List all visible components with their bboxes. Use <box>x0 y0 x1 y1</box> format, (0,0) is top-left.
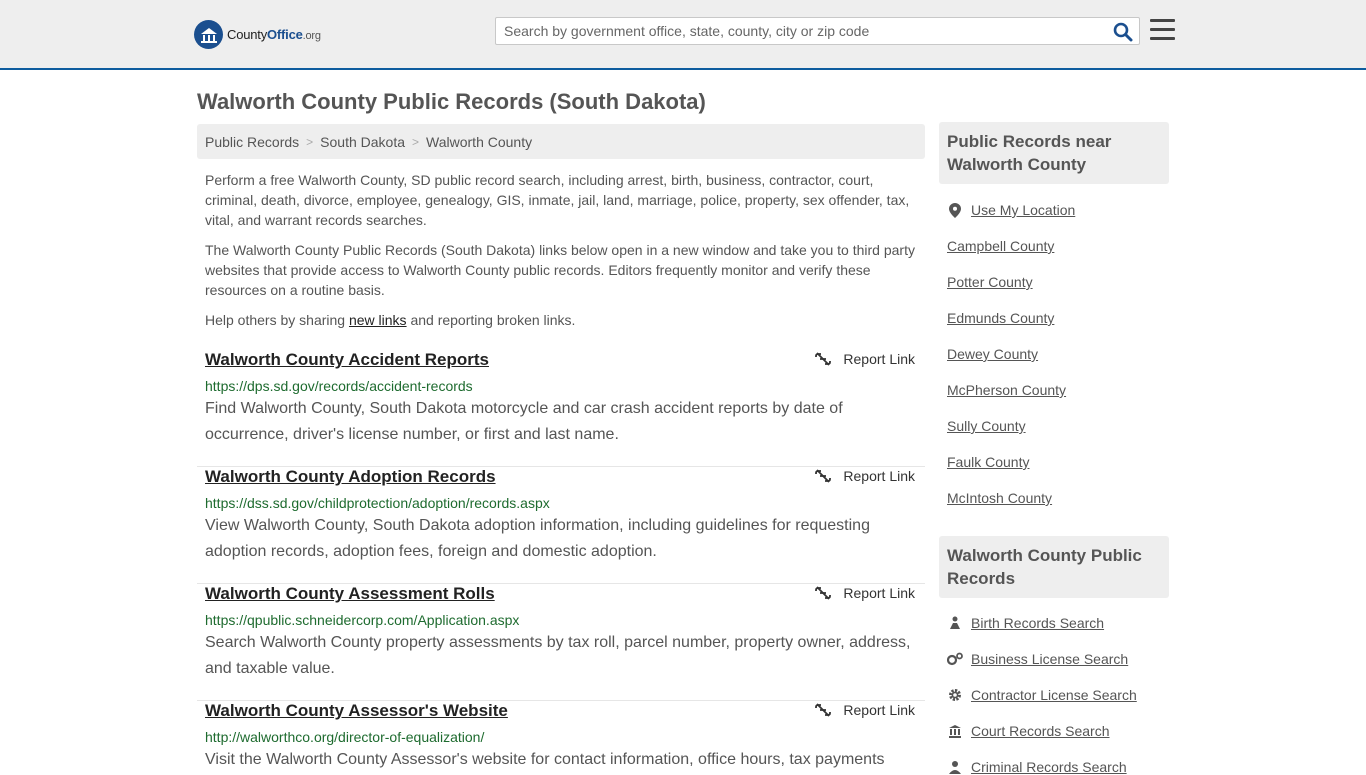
criminal-records-icon <box>947 760 963 774</box>
record-item: Walworth County Adoption Records Report … <box>197 467 925 584</box>
logo-wordmark: CountyOffice.org <box>227 27 321 42</box>
record-url: https://qpublic.schneidercorp.com/Applic… <box>205 612 520 628</box>
nearby-county-link[interactable]: Edmunds County <box>947 310 1054 326</box>
page-title: Walworth County Public Records (South Da… <box>197 89 706 114</box>
nearby-county-link[interactable]: Campbell County <box>947 238 1054 254</box>
breadcrumb-separator-icon: > <box>306 134 314 149</box>
capitol-logo-icon <box>194 20 223 49</box>
contractor-license-link[interactable]: Contractor License Search <box>971 687 1137 703</box>
report-link-button[interactable]: Report Link <box>815 702 915 718</box>
broken-link-icon <box>815 352 832 366</box>
nearby-county-link[interactable]: Faulk County <box>947 454 1029 470</box>
record-description: Find Walworth County, South Dakota motor… <box>205 400 843 443</box>
disclaimer-paragraph: The Walworth County Public Records (Sout… <box>205 242 915 298</box>
nearby-county-link[interactable]: Sully County <box>947 418 1026 434</box>
menu-line-icon <box>1150 19 1175 22</box>
report-link-label: Report Link <box>843 702 915 718</box>
search-icon <box>1113 22 1133 42</box>
nearby-county-item[interactable]: McIntosh County <box>947 490 1052 506</box>
site-header: CountyOffice.org <box>0 0 1366 70</box>
nearby-county-item[interactable]: Potter County <box>947 274 1033 290</box>
nearby-county-link[interactable]: McPherson County <box>947 382 1066 398</box>
report-link-label: Report Link <box>843 351 915 367</box>
search-box <box>495 17 1140 45</box>
nearby-county-item[interactable]: Campbell County <box>947 238 1054 254</box>
county-record-item[interactable]: Business License Search <box>947 651 1128 667</box>
report-link-button[interactable]: Report Link <box>815 585 915 601</box>
courthouse-icon <box>947 724 963 738</box>
breadcrumb-public-records[interactable]: Public Records <box>205 134 299 150</box>
menu-line-icon <box>1150 28 1175 31</box>
report-link-label: Report Link <box>843 468 915 484</box>
search-input[interactable] <box>496 18 1096 44</box>
broken-link-icon <box>815 586 832 600</box>
nearby-county-item[interactable]: Faulk County <box>947 454 1029 470</box>
record-title-link[interactable]: Walworth County Assessor's Website <box>205 701 508 721</box>
birth-records-icon <box>947 616 963 630</box>
report-link-label: Report Link <box>843 585 915 601</box>
site-logo[interactable]: CountyOffice.org <box>194 20 321 49</box>
birth-records-link[interactable]: Birth Records Search <box>971 615 1104 631</box>
share-paragraph: Help others by sharing new links and rep… <box>205 310 917 330</box>
record-description: Visit the Walworth County Assessor's web… <box>205 751 885 768</box>
main-content: Public Records > South Dakota > Walworth… <box>197 124 925 768</box>
record-title-link[interactable]: Walworth County Accident Reports <box>205 350 489 370</box>
report-link-button[interactable]: Report Link <box>815 468 915 484</box>
breadcrumb-south-dakota[interactable]: South Dakota <box>320 134 405 150</box>
nearby-county-item[interactable]: Sully County <box>947 418 1026 434</box>
record-url: https://dss.sd.gov/childprotection/adopt… <box>205 495 550 511</box>
logo-tld: .org <box>302 30 321 42</box>
logo-brand-office: Office <box>267 27 303 42</box>
share-text-before: Help others by sharing <box>205 312 349 328</box>
share-text-after: and reporting broken links. <box>406 312 576 328</box>
record-url: https://dps.sd.gov/records/accident-reco… <box>205 378 473 394</box>
gear-icon <box>947 688 963 702</box>
record-item: Walworth County Accident Reports Report … <box>197 350 925 467</box>
nearby-county-link[interactable]: McIntosh County <box>947 490 1052 506</box>
breadcrumb: Public Records > South Dakota > Walworth… <box>197 124 925 159</box>
logo-brand: County <box>227 27 267 42</box>
record-url: http://walworthco.org/director-of-equali… <box>205 729 485 745</box>
broken-link-icon <box>815 703 832 717</box>
county-records-section-title: Walworth County Public Records <box>939 536 1169 598</box>
county-record-item[interactable]: Birth Records Search <box>947 615 1104 631</box>
record-item: Walworth County Assessment Rolls Report … <box>197 584 925 701</box>
menu-line-icon <box>1150 37 1175 40</box>
record-title-link[interactable]: Walworth County Adoption Records <box>205 467 496 487</box>
location-pin-icon <box>947 202 963 218</box>
business-license-link[interactable]: Business License Search <box>971 651 1128 667</box>
broken-link-icon <box>815 469 832 483</box>
intro-paragraph: Perform a free Walworth County, SD publi… <box>205 172 910 228</box>
nearby-section-title: Public Records near Walworth County <box>939 122 1169 184</box>
new-links-link[interactable]: new links <box>349 312 407 328</box>
search-button[interactable] <box>1113 22 1133 42</box>
gears-icon <box>947 652 963 666</box>
use-my-location-link[interactable]: Use My Location <box>971 202 1075 218</box>
nearby-county-item[interactable]: Edmunds County <box>947 310 1054 326</box>
county-record-item[interactable]: Contractor License Search <box>947 687 1137 703</box>
record-item: Walworth County Assessor's Website Repor… <box>197 701 925 768</box>
record-description: View Walworth County, South Dakota adopt… <box>205 517 870 560</box>
criminal-records-link[interactable]: Criminal Records Search <box>971 759 1127 775</box>
county-record-item[interactable]: Criminal Records Search <box>947 759 1127 775</box>
record-title-link[interactable]: Walworth County Assessment Rolls <box>205 584 495 604</box>
report-link-button[interactable]: Report Link <box>815 351 915 367</box>
nearby-county-link[interactable]: Potter County <box>947 274 1033 290</box>
county-record-item[interactable]: Court Records Search <box>947 723 1110 739</box>
court-records-link[interactable]: Court Records Search <box>971 723 1110 739</box>
use-location-item[interactable]: Use My Location <box>947 202 1075 218</box>
hamburger-menu-button[interactable] <box>1150 19 1175 42</box>
nearby-county-item[interactable]: Dewey County <box>947 346 1038 362</box>
nearby-county-link[interactable]: Dewey County <box>947 346 1038 362</box>
breadcrumb-separator-icon: > <box>412 134 420 149</box>
breadcrumb-walworth-county[interactable]: Walworth County <box>426 134 532 150</box>
nearby-county-item[interactable]: McPherson County <box>947 382 1066 398</box>
record-description: Search Walworth County property assessme… <box>205 634 911 677</box>
